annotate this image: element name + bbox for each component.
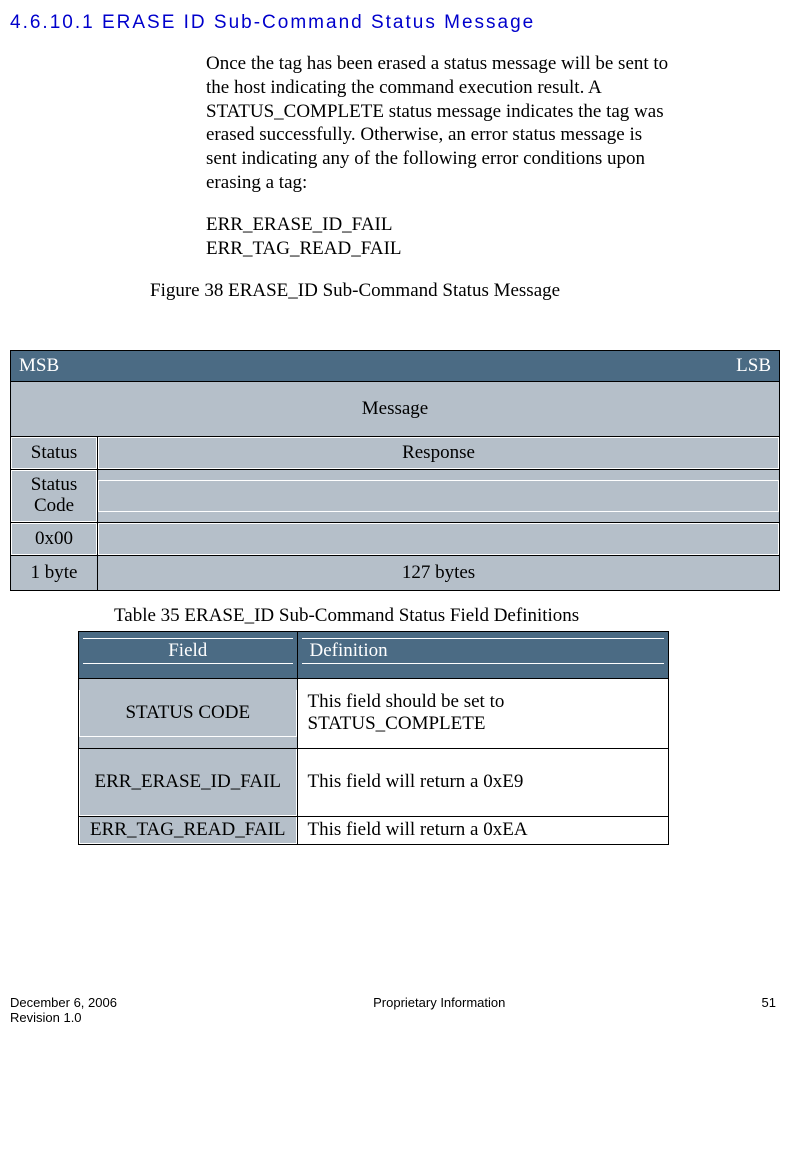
message-row: Message: [11, 381, 780, 436]
table-row: STATUS CODE This field should be set to …: [79, 678, 669, 748]
field-cell: ERR_TAG_READ_FAIL: [79, 817, 297, 844]
definition-cell: This field will return a 0xE9: [298, 749, 668, 816]
field-cell: STATUS CODE: [79, 690, 297, 737]
msb-label: MSB: [19, 355, 59, 376]
response-cell: Response: [98, 436, 780, 469]
value-cell: 0x00: [11, 522, 98, 555]
status-code-cell: Status Code: [11, 469, 98, 522]
footer-center: Proprietary Information: [373, 995, 505, 1025]
definition-cell: This field should be set to STATUS_COMPL…: [298, 679, 668, 748]
table-row: ERR_ERASE_ID_FAIL This field will return…: [79, 748, 669, 816]
table-row: ERR_TAG_READ_FAIL This field will return…: [79, 816, 669, 844]
intro-paragraph: Once the tag has been erased a status me…: [206, 52, 672, 195]
msb-lsb-header: MSB LSB: [11, 350, 780, 381]
footer-page-number: 51: [762, 995, 776, 1025]
figure-caption: Figure 38 ERASE_ID Sub-Command Status Me…: [150, 280, 782, 302]
error-item: ERR_TAG_READ_FAIL: [206, 237, 782, 262]
section-heading: 4.6.10.1 ERASE ID Sub-Command Status Mes…: [10, 12, 782, 34]
definition-cell: This field will return a 0xEA: [298, 817, 668, 844]
error-item: ERR_ERASE_ID_FAIL: [206, 213, 782, 238]
empty-cell: [98, 522, 780, 555]
byte-1-cell: 1 byte: [11, 555, 98, 590]
definition-header: Definition: [297, 631, 668, 678]
error-list: ERR_ERASE_ID_FAIL ERR_TAG_READ_FAIL: [206, 213, 782, 262]
field-definitions-table: Field Definition STATUS CODE This field …: [78, 631, 669, 845]
status-cell: Status: [11, 436, 98, 469]
message-structure-table: MSB LSB Message Status Response Status C…: [10, 350, 780, 591]
empty-cell: [98, 469, 780, 522]
table-caption: Table 35 ERASE_ID Sub-Command Status Fie…: [114, 605, 782, 627]
field-cell: ERR_ERASE_ID_FAIL: [79, 749, 297, 816]
byte-127-cell: 127 bytes: [98, 555, 780, 590]
footer-date: December 6, 2006: [10, 995, 117, 1010]
footer-revision: Revision 1.0: [10, 1010, 117, 1025]
field-header: Field: [79, 631, 298, 678]
lsb-label: LSB: [736, 355, 771, 377]
page-footer: December 6, 2006 Revision 1.0 Proprietar…: [10, 995, 782, 1025]
